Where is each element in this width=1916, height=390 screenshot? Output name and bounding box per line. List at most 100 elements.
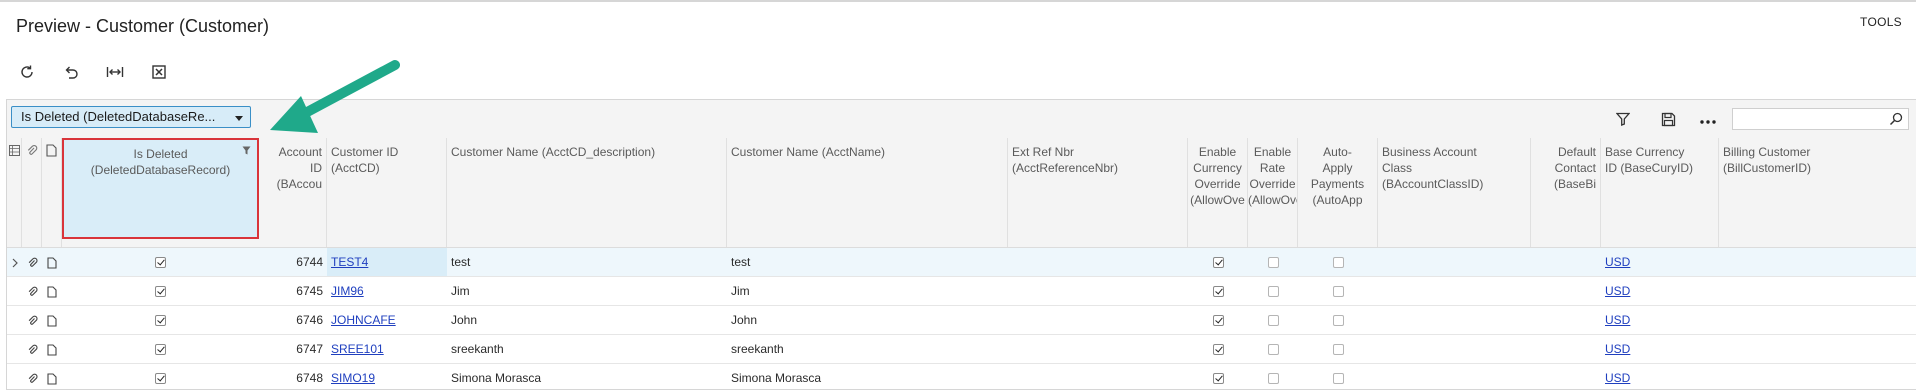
table-row[interactable]: 6747 SREE101 sreekanth sreekanth USD (7, 335, 1916, 364)
column-header-contact[interactable]: Default Contact (BaseBi (1531, 138, 1601, 247)
column-header-basecury[interactable]: Base Currency ID (BaseCuryID) (1601, 138, 1719, 247)
basecury-link[interactable]: USD (1605, 313, 1630, 327)
deleted-checkbox[interactable] (155, 373, 166, 385)
search-input[interactable] (1737, 110, 1891, 130)
rate_ovr-checkbox[interactable] (1267, 257, 1279, 269)
select-all-cell[interactable] (7, 138, 22, 247)
cell-rate_ovr (1248, 306, 1298, 334)
basecury-link[interactable]: USD (1605, 342, 1630, 356)
basecury-link[interactable]: USD (1605, 255, 1630, 269)
note-icon[interactable] (42, 248, 62, 276)
deleted-checkbox[interactable] (155, 344, 166, 356)
group-by-value: Is Deleted (DeletedDatabaseRe... (21, 109, 216, 124)
cell-cust_name: test (727, 248, 1008, 276)
deleted-checkbox[interactable] (155, 257, 166, 269)
curr_ovr-checkbox[interactable] (1212, 315, 1224, 327)
column-header-acct_id[interactable]: Account ID (BAccou (259, 138, 327, 247)
column-header-class[interactable]: Business Account Class (BAccountClassID) (1378, 138, 1531, 247)
undo-button[interactable] (59, 60, 83, 84)
column-header-cust_name[interactable]: Customer Name (AcctName) (727, 138, 1008, 247)
deleted-checkbox[interactable] (155, 315, 166, 327)
column-filter-icon[interactable] (242, 146, 251, 155)
autopay-checkbox[interactable] (1332, 286, 1344, 298)
column-header-cust_id[interactable]: Customer ID (AcctCD) (327, 138, 447, 247)
curr_ovr-checkbox[interactable] (1212, 286, 1224, 298)
column-header-label: Customer Name (AcctName) (731, 145, 886, 159)
notes-header[interactable] (42, 138, 62, 247)
column-header-extref[interactable]: Ext Ref Nbr (AcctReferenceNbr) (1008, 138, 1188, 247)
note-icon[interactable] (42, 335, 62, 363)
fit-to-screen-button[interactable] (103, 60, 127, 84)
cell-acct_id: 6748 (259, 364, 327, 389)
cell-curr_ovr (1188, 277, 1248, 305)
export-excel-button[interactable] (147, 60, 171, 84)
cell-autopay (1298, 306, 1378, 334)
attachment-icon[interactable] (22, 364, 42, 389)
filter-icon (1616, 112, 1630, 126)
filter-button[interactable] (1613, 109, 1633, 129)
refresh-button[interactable] (15, 60, 39, 84)
table-row[interactable]: 6745 JIM96 Jim Jim USD (7, 277, 1916, 306)
note-icon[interactable] (42, 364, 62, 389)
cell-basecury: USD (1601, 277, 1719, 305)
cust_id-link[interactable]: TEST4 (331, 255, 368, 269)
paperclip-icon (27, 145, 38, 155)
grid-toolbar: Is Deleted (DeletedDatabaseRe... (7, 100, 1916, 139)
attachment-icon[interactable] (22, 335, 42, 363)
cell-basecury: USD (1601, 306, 1719, 334)
search-icon[interactable] (1889, 112, 1903, 126)
save-layout-button[interactable] (1658, 109, 1678, 129)
cust_desc-value: Simona Morasca (451, 371, 542, 385)
rate_ovr-checkbox[interactable] (1267, 344, 1279, 356)
basecury-link[interactable]: USD (1605, 371, 1630, 385)
note-icon[interactable] (42, 277, 62, 305)
column-header-rate_ovr[interactable]: Enable Rate Override (AllowOve (1248, 138, 1298, 247)
table-row[interactable]: 6748 SIMO19 Simona Morasca Simona Morasca US… (7, 364, 1916, 389)
column-header-curr_ovr[interactable]: Enable Currency Override (AllowOve (1188, 138, 1248, 247)
row-expand-icon[interactable] (7, 248, 22, 276)
more-options-button[interactable] (1698, 109, 1718, 129)
column-header-label: ID (310, 161, 322, 175)
table-row[interactable]: 6746 JOHNCAFE John John USD (7, 306, 1916, 335)
rate_ovr-checkbox[interactable] (1267, 373, 1279, 385)
rate_ovr-checkbox[interactable] (1267, 315, 1279, 327)
column-header-autopay[interactable]: Auto- Apply Payments (AutoApp (1298, 138, 1378, 247)
autopay-checkbox[interactable] (1332, 344, 1344, 356)
undo-icon (65, 66, 78, 79)
column-header-label: Currency (1193, 161, 1242, 175)
curr_ovr-checkbox[interactable] (1212, 373, 1224, 385)
rate_ovr-checkbox[interactable] (1267, 286, 1279, 298)
table-row[interactable]: 6744 TEST4 test test USD (7, 248, 1916, 277)
fit-to-screen-icon (106, 67, 124, 77)
deleted-checkbox[interactable] (155, 286, 166, 298)
row-selector-icon (9, 145, 20, 156)
column-header-deleted[interactable]: Is Deleted (DeletedDatabaseRecord) (62, 138, 259, 239)
attachment-icon[interactable] (22, 248, 42, 276)
cust_id-link[interactable]: JIM96 (331, 284, 364, 298)
basecury-link[interactable]: USD (1605, 284, 1630, 298)
column-header-billcust[interactable]: Billing Customer (BillCustomerID) (1719, 138, 1916, 247)
cust_id-link[interactable]: JOHNCAFE (331, 313, 396, 327)
tools-menu-button[interactable]: TOOLS (1860, 15, 1902, 29)
attachments-header[interactable] (22, 138, 42, 247)
curr_ovr-checkbox[interactable] (1212, 344, 1224, 356)
attachment-icon[interactable] (22, 277, 42, 305)
autopay-checkbox[interactable] (1332, 315, 1344, 327)
cust_id-link[interactable]: SREE101 (331, 342, 384, 356)
cell-deleted (62, 364, 259, 389)
cell-autopay (1298, 277, 1378, 305)
column-header-label: Override (1249, 177, 1296, 191)
cell-cust_id: JOHNCAFE (327, 306, 447, 334)
note-icon[interactable] (42, 306, 62, 334)
column-header-cust_desc[interactable]: Customer Name (AcctCD_description) (447, 138, 727, 247)
cust_id-link[interactable]: SIMO19 (331, 371, 375, 385)
attachment-icon[interactable] (22, 306, 42, 334)
cust_name-value: sreekanth (731, 342, 784, 356)
acct_id-value: 6744 (296, 255, 323, 269)
autopay-checkbox[interactable] (1332, 373, 1344, 385)
curr_ovr-checkbox[interactable] (1212, 257, 1224, 269)
autopay-checkbox[interactable] (1332, 257, 1344, 269)
group-by-dropdown[interactable]: Is Deleted (DeletedDatabaseRe... (11, 106, 251, 128)
column-header-label: Is Deleted (133, 147, 188, 161)
customer-grid: Is Deleted (DeletedDatabaseRe... Is Dele… (6, 99, 1916, 390)
